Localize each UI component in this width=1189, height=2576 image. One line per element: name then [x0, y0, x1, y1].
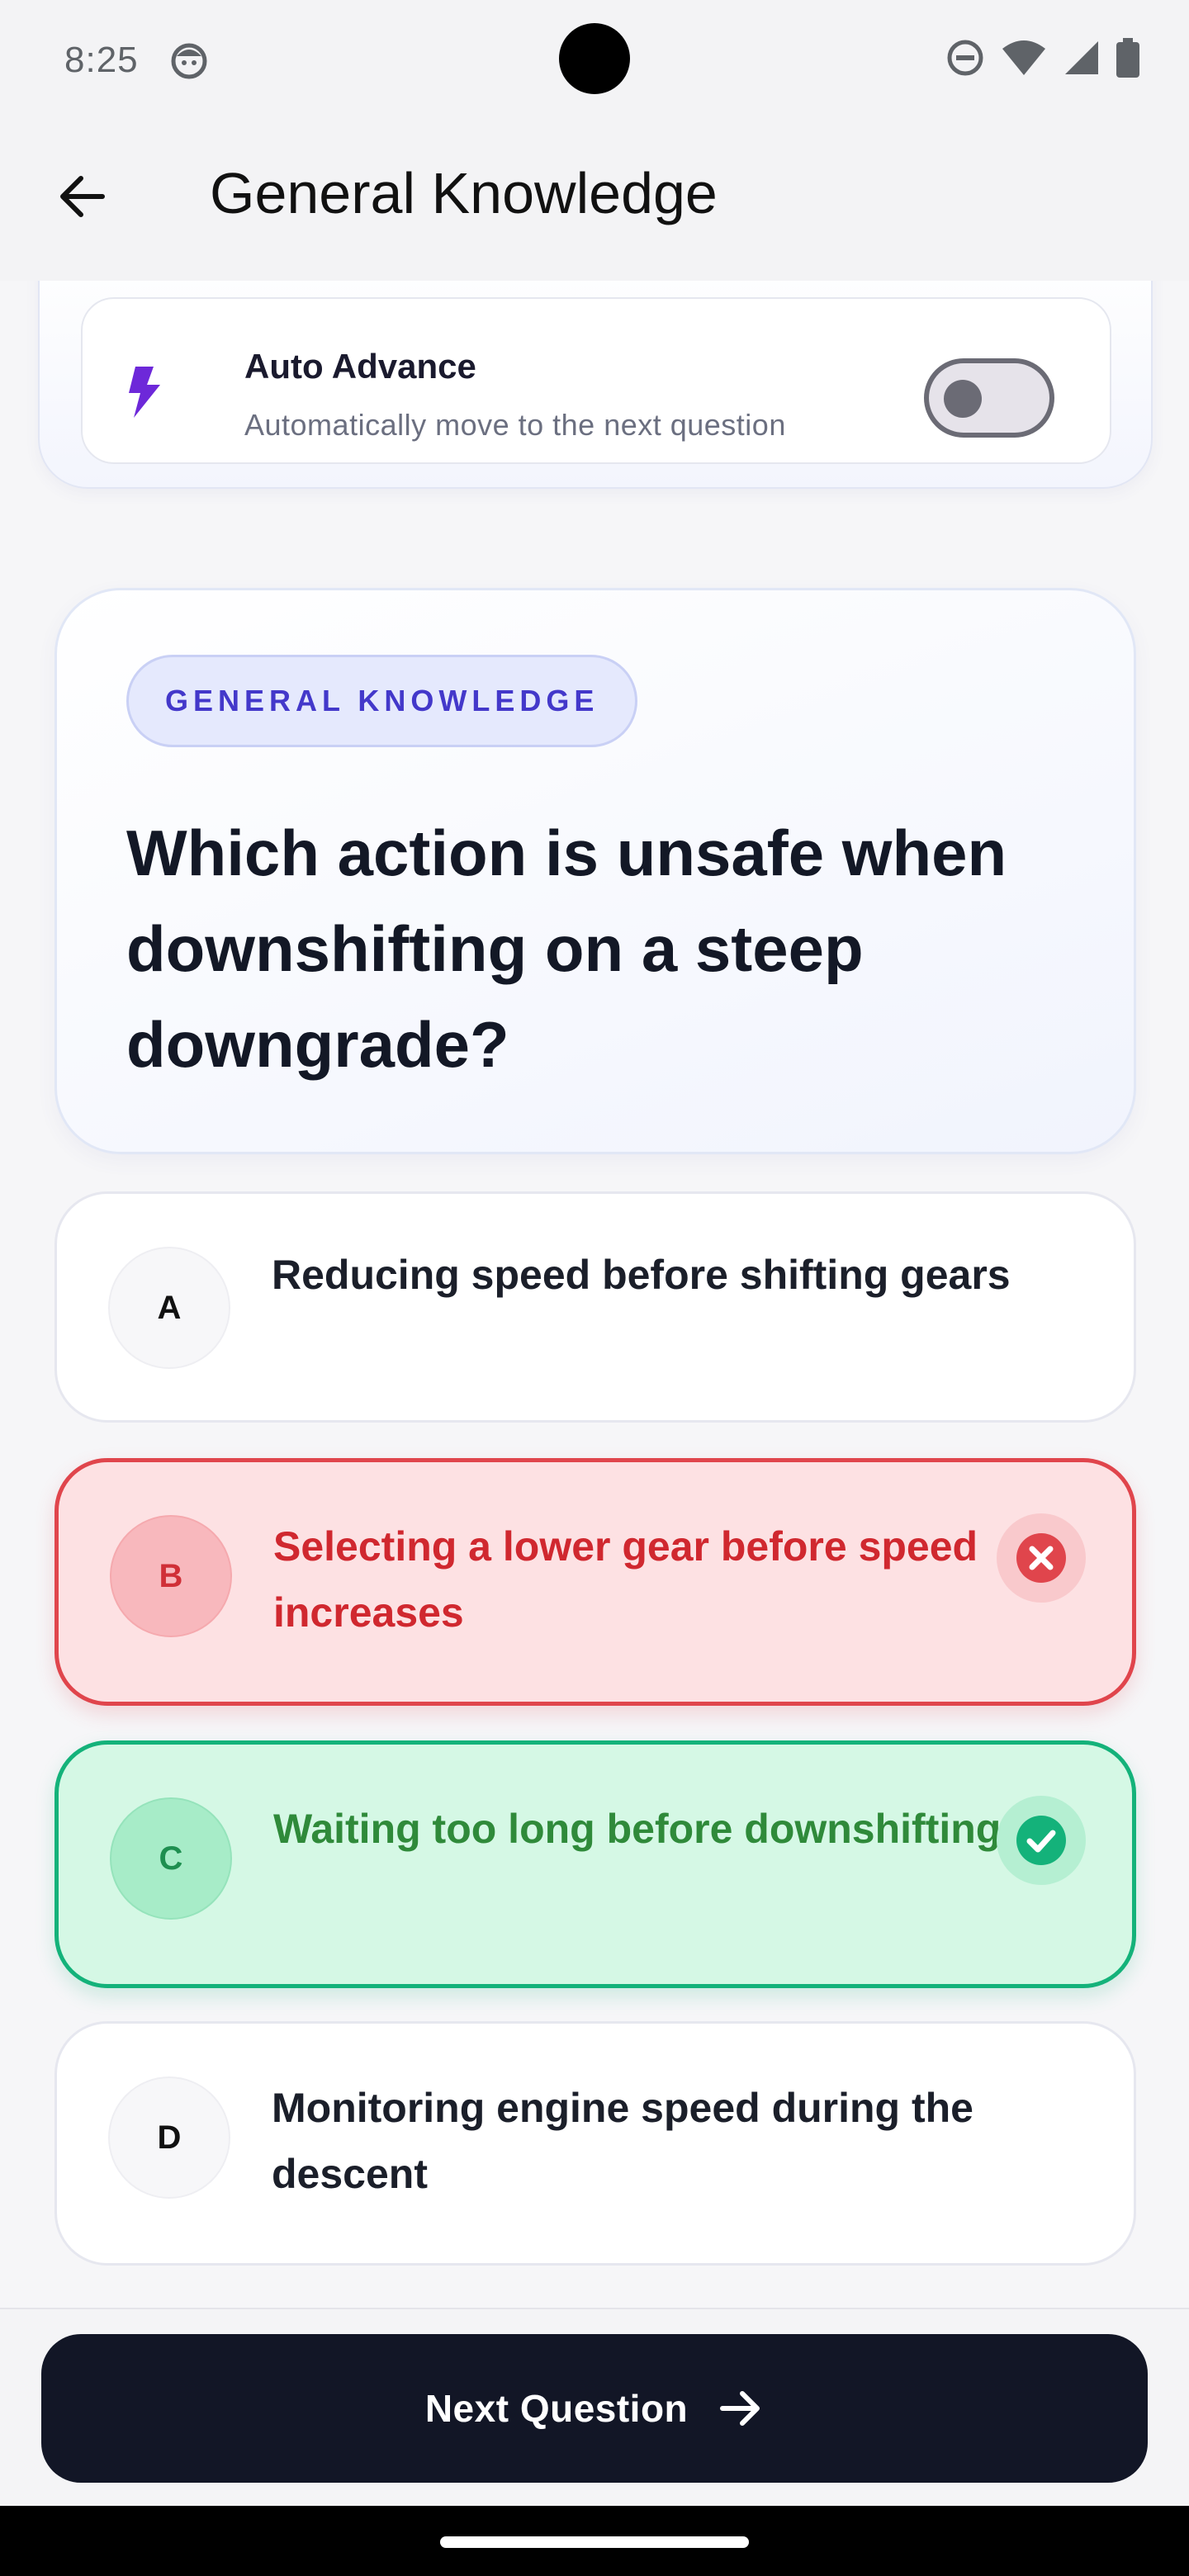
- question-card: GENERAL KNOWLEDGE Which action is unsafe…: [54, 588, 1136, 1154]
- option-text: Waiting too long before downshifting: [273, 1806, 1002, 1852]
- option-letter: C: [110, 1797, 232, 1920]
- arrow-back-icon: [60, 176, 105, 217]
- auto-advance-subtitle: Automatically move to the next question: [244, 408, 786, 442]
- option-text: Monitoring engine speed during the desce…: [272, 2085, 973, 2197]
- correct-badge: [997, 1796, 1086, 1885]
- cellular-signal-icon: [1063, 40, 1100, 76]
- option-letter: A: [108, 1247, 230, 1369]
- auto-advance-setting[interactable]: Auto Advance Automatically move to the n…: [81, 297, 1111, 464]
- toggle-knob: [944, 380, 982, 418]
- bottom-action-bar: Next Question: [0, 2308, 1189, 2506]
- option-letter: D: [108, 2076, 230, 2199]
- quiz-content[interactable]: Auto Advance Automatically move to the n…: [0, 281, 1189, 2308]
- arrow-forward-icon: [720, 2391, 760, 2426]
- settings-card: Auto Advance Automatically move to the n…: [38, 281, 1153, 489]
- status-bar: 8:25: [0, 0, 1189, 124]
- notification-face-icon: [170, 41, 208, 79]
- check-circle-icon: [1016, 1816, 1066, 1865]
- option-b[interactable]: B Selecting a lower gear before speed in…: [54, 1458, 1136, 1706]
- battery-icon: [1116, 38, 1139, 78]
- question-text: Which action is unsafe when downshifting…: [126, 817, 1007, 1081]
- auto-advance-toggle[interactable]: [924, 358, 1054, 438]
- option-text: Reducing speed before shifting gears: [272, 1252, 1011, 1298]
- back-button[interactable]: [43, 157, 122, 236]
- option-letter: B: [110, 1515, 232, 1637]
- camera-cutout: [559, 23, 630, 94]
- incorrect-badge: [997, 1513, 1086, 1603]
- option-a[interactable]: A Reducing speed before shifting gears: [54, 1191, 1136, 1423]
- option-d[interactable]: D Monitoring engine speed during the des…: [54, 2021, 1136, 2266]
- next-question-label: Next Question: [424, 2387, 689, 2430]
- do-not-disturb-icon: [946, 39, 984, 77]
- next-question-button[interactable]: Next Question: [41, 2334, 1148, 2483]
- wifi-icon: [1001, 39, 1047, 77]
- option-c[interactable]: C Waiting too long before downshifting: [54, 1740, 1136, 1988]
- system-navigation-bar: [0, 2506, 1189, 2576]
- lightning-bolt-icon: [129, 367, 162, 422]
- category-badge: GENERAL KNOWLEDGE: [126, 655, 638, 747]
- status-icons: [946, 38, 1139, 78]
- option-text: Selecting a lower gear before speed incr…: [273, 1523, 978, 1636]
- auto-advance-title: Auto Advance: [244, 347, 476, 386]
- page-title: General Knowledge: [210, 161, 718, 225]
- status-time: 8:25: [64, 40, 139, 80]
- close-circle-icon: [1016, 1533, 1066, 1583]
- home-gesture-handle[interactable]: [440, 2536, 749, 2548]
- app-bar: General Knowledge: [0, 124, 1189, 281]
